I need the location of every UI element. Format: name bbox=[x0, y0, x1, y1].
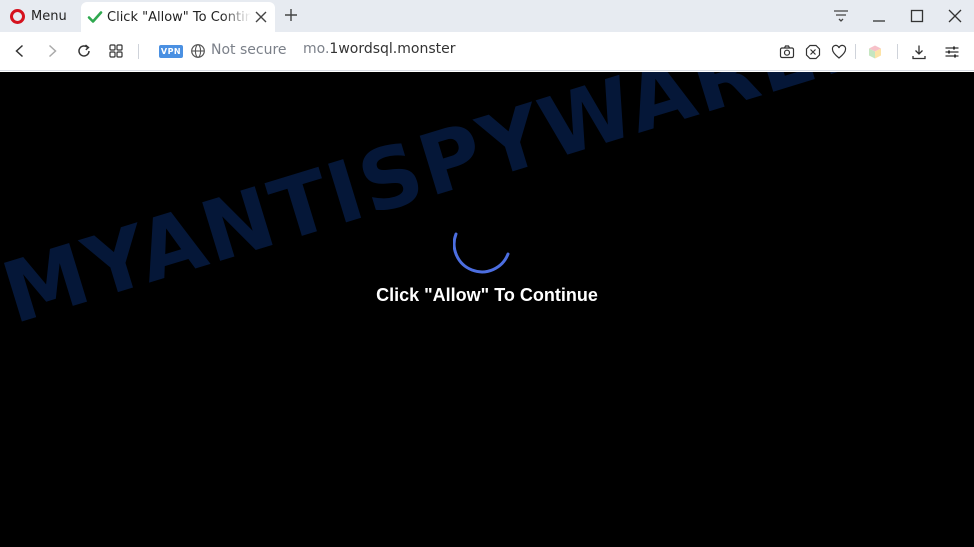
allow-prompt-message: Click "Allow" To Continue bbox=[376, 285, 598, 305]
forward-icon[interactable] bbox=[43, 42, 61, 60]
browser-window: Menu Click "Allow" To Continue bbox=[0, 0, 974, 547]
window-controls bbox=[822, 0, 974, 32]
opera-logo-icon bbox=[10, 9, 25, 24]
tab-active[interactable]: Click "Allow" To Continue bbox=[81, 2, 275, 32]
tab-strip: Menu Click "Allow" To Continue bbox=[0, 0, 974, 32]
tab-menu-icon[interactable] bbox=[822, 0, 860, 32]
tab-title: Click "Allow" To Continue bbox=[107, 9, 251, 25]
adblock-icon[interactable] bbox=[804, 43, 821, 60]
opera-menu-button[interactable]: Menu bbox=[4, 3, 78, 30]
maximize-icon[interactable] bbox=[898, 0, 936, 32]
page-content: MYANTISPYWARE.COM Click "Allow" To Conti… bbox=[0, 72, 974, 547]
back-icon[interactable] bbox=[11, 42, 29, 60]
globe-icon[interactable] bbox=[190, 43, 206, 59]
vpn-badge[interactable]: VPN bbox=[159, 45, 183, 58]
url-field[interactable]: mo.1wordsql.monster bbox=[303, 41, 456, 57]
snapshot-icon[interactable] bbox=[778, 43, 795, 60]
divider bbox=[138, 44, 139, 59]
divider bbox=[855, 44, 856, 59]
loading-spinner-icon bbox=[453, 232, 510, 274]
minimize-icon[interactable] bbox=[860, 0, 898, 32]
heart-icon[interactable] bbox=[830, 43, 847, 60]
easy-setup-icon[interactable] bbox=[943, 43, 960, 60]
tab-close-icon[interactable] bbox=[253, 9, 269, 25]
security-status[interactable]: Not secure bbox=[211, 42, 287, 58]
address-bar: VPN Not secure mo.1wordsql.monster bbox=[0, 32, 974, 71]
url-domain: 1wordsql.monster bbox=[329, 41, 456, 57]
divider bbox=[897, 44, 898, 59]
check-icon bbox=[87, 11, 103, 23]
speed-dial-icon[interactable] bbox=[107, 42, 125, 60]
close-window-icon[interactable] bbox=[936, 0, 974, 32]
new-tab-icon[interactable] bbox=[282, 6, 300, 24]
reload-icon[interactable] bbox=[75, 42, 93, 60]
extension-cube-icon[interactable] bbox=[866, 43, 883, 60]
download-icon[interactable] bbox=[910, 43, 927, 60]
menu-label: Menu bbox=[31, 9, 67, 24]
url-subdomain: mo. bbox=[303, 41, 330, 57]
